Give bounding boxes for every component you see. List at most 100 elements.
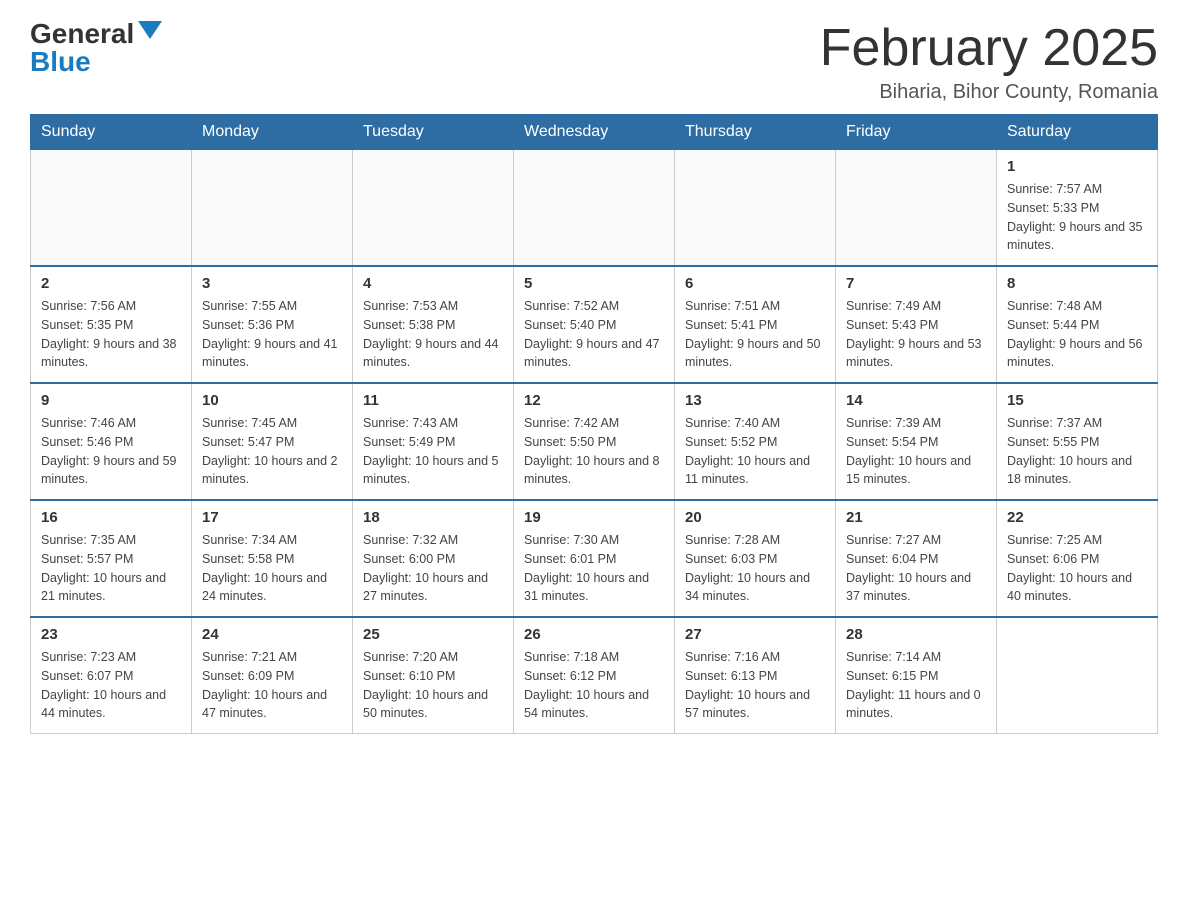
day-info: Sunrise: 7:25 AMSunset: 6:06 PMDaylight:… [1007, 531, 1147, 606]
calendar-week-row: 16 Sunrise: 7:35 AMSunset: 5:57 PMDayligh… [31, 500, 1158, 617]
day-info: Sunrise: 7:34 AMSunset: 5:58 PMDaylight:… [202, 531, 342, 606]
calendar-cell [353, 150, 514, 267]
logo-general-text: General [30, 20, 134, 48]
calendar-cell: 12 Sunrise: 7:42 AMSunset: 5:50 PMDayligh… [514, 383, 675, 500]
day-number: 18 [363, 507, 503, 528]
day-number: 28 [846, 624, 986, 645]
day-number: 4 [363, 273, 503, 294]
day-number: 20 [685, 507, 825, 528]
calendar-week-row: 2 Sunrise: 7:56 AMSunset: 5:35 PMDaylight… [31, 266, 1158, 383]
calendar-cell: 3 Sunrise: 7:55 AMSunset: 5:36 PMDaylight… [192, 266, 353, 383]
calendar-cell: 5 Sunrise: 7:52 AMSunset: 5:40 PMDaylight… [514, 266, 675, 383]
day-info: Sunrise: 7:16 AMSunset: 6:13 PMDaylight:… [685, 648, 825, 723]
calendar-cell: 27 Sunrise: 7:16 AMSunset: 6:13 PMDayligh… [675, 617, 836, 734]
weekday-header-monday: Monday [192, 115, 353, 150]
calendar-cell: 9 Sunrise: 7:46 AMSunset: 5:46 PMDaylight… [31, 383, 192, 500]
calendar-cell: 10 Sunrise: 7:45 AMSunset: 5:47 PMDayligh… [192, 383, 353, 500]
day-number: 11 [363, 390, 503, 411]
calendar-cell [836, 150, 997, 267]
day-info: Sunrise: 7:49 AMSunset: 5:43 PMDaylight:… [846, 297, 986, 372]
day-number: 16 [41, 507, 181, 528]
calendar-cell: 8Sunrise: 7:48 AMSunset: 5:44 PMDaylight… [997, 266, 1158, 383]
day-info: Sunrise: 7:43 AMSunset: 5:49 PMDaylight:… [363, 414, 503, 489]
calendar-cell: 1 Sunrise: 7:57 AMSunset: 5:33 PMDaylight… [997, 150, 1158, 267]
day-number: 10 [202, 390, 342, 411]
calendar-table: SundayMondayTuesdayWednesdayThursdayFrid… [30, 114, 1158, 734]
day-info: Sunrise: 7:56 AMSunset: 5:35 PMDaylight:… [41, 297, 181, 372]
logo: General Blue [30, 20, 162, 76]
calendar-cell: 19 Sunrise: 7:30 AMSunset: 6:01 PMDayligh… [514, 500, 675, 617]
calendar-week-row: 9 Sunrise: 7:46 AMSunset: 5:46 PMDaylight… [31, 383, 1158, 500]
calendar-cell: 14Sunrise: 7:39 AMSunset: 5:54 PMDayligh… [836, 383, 997, 500]
day-number: 17 [202, 507, 342, 528]
day-info: Sunrise: 7:27 AMSunset: 6:04 PMDaylight:… [846, 531, 986, 606]
day-number: 13 [685, 390, 825, 411]
calendar-cell: 4 Sunrise: 7:53 AMSunset: 5:38 PMDaylight… [353, 266, 514, 383]
calendar-cell: 17 Sunrise: 7:34 AMSunset: 5:58 PMDayligh… [192, 500, 353, 617]
day-info: Sunrise: 7:30 AMSunset: 6:01 PMDaylight:… [524, 531, 664, 606]
calendar-cell: 13 Sunrise: 7:40 AMSunset: 5:52 PMDayligh… [675, 383, 836, 500]
day-number: 1 [1007, 156, 1147, 177]
day-info: Sunrise: 7:51 AMSunset: 5:41 PMDaylight:… [685, 297, 825, 372]
location-text: Biharia, Bihor County, Romania [820, 81, 1158, 104]
day-info: Sunrise: 7:32 AMSunset: 6:00 PMDaylight:… [363, 531, 503, 606]
day-number: 6 [685, 273, 825, 294]
calendar-cell: 25 Sunrise: 7:20 AMSunset: 6:10 PMDayligh… [353, 617, 514, 734]
calendar-cell [192, 150, 353, 267]
calendar-cell: 7 Sunrise: 7:49 AMSunset: 5:43 PMDaylight… [836, 266, 997, 383]
day-info: Sunrise: 7:55 AMSunset: 5:36 PMDaylight:… [202, 297, 342, 372]
calendar-cell: 15Sunrise: 7:37 AMSunset: 5:55 PMDayligh… [997, 383, 1158, 500]
day-info: Sunrise: 7:28 AMSunset: 6:03 PMDaylight:… [685, 531, 825, 606]
calendar-cell: 24Sunrise: 7:21 AMSunset: 6:09 PMDayligh… [192, 617, 353, 734]
day-info: Sunrise: 7:45 AMSunset: 5:47 PMDaylight:… [202, 414, 342, 489]
day-number: 5 [524, 273, 664, 294]
title-block: February 2025 Biharia, Bihor County, Rom… [820, 20, 1158, 104]
day-info: Sunrise: 7:42 AMSunset: 5:50 PMDaylight:… [524, 414, 664, 489]
calendar-cell: 2 Sunrise: 7:56 AMSunset: 5:35 PMDaylight… [31, 266, 192, 383]
day-number: 19 [524, 507, 664, 528]
day-info: Sunrise: 7:35 AMSunset: 5:57 PMDaylight:… [41, 531, 181, 606]
day-info: Sunrise: 7:23 AMSunset: 6:07 PMDaylight:… [41, 648, 181, 723]
calendar-cell [997, 617, 1158, 734]
day-number: 21 [846, 507, 986, 528]
month-title: February 2025 [820, 20, 1158, 77]
day-number: 23 [41, 624, 181, 645]
day-info: Sunrise: 7:52 AMSunset: 5:40 PMDaylight:… [524, 297, 664, 372]
weekday-header-row: SundayMondayTuesdayWednesdayThursdayFrid… [31, 115, 1158, 150]
calendar-cell [675, 150, 836, 267]
day-info: Sunrise: 7:20 AMSunset: 6:10 PMDaylight:… [363, 648, 503, 723]
day-number: 15 [1007, 390, 1147, 411]
weekday-header-saturday: Saturday [997, 115, 1158, 150]
day-number: 22 [1007, 507, 1147, 528]
weekday-header-friday: Friday [836, 115, 997, 150]
day-info: Sunrise: 7:46 AMSunset: 5:46 PMDaylight:… [41, 414, 181, 489]
day-number: 27 [685, 624, 825, 645]
logo-blue-text: Blue [30, 48, 91, 76]
day-number: 25 [363, 624, 503, 645]
day-info: Sunrise: 7:48 AMSunset: 5:44 PMDaylight:… [1007, 297, 1147, 372]
day-info: Sunrise: 7:57 AMSunset: 5:33 PMDaylight:… [1007, 180, 1147, 255]
day-info: Sunrise: 7:53 AMSunset: 5:38 PMDaylight:… [363, 297, 503, 372]
day-number: 2 [41, 273, 181, 294]
day-number: 7 [846, 273, 986, 294]
calendar-week-row: 23 Sunrise: 7:23 AMSunset: 6:07 PMDayligh… [31, 617, 1158, 734]
day-info: Sunrise: 7:21 AMSunset: 6:09 PMDaylight:… [202, 648, 342, 723]
page-header: General Blue February 2025 Biharia, Biho… [30, 20, 1158, 104]
weekday-header-thursday: Thursday [675, 115, 836, 150]
calendar-cell: 6 Sunrise: 7:51 AMSunset: 5:41 PMDaylight… [675, 266, 836, 383]
day-number: 3 [202, 273, 342, 294]
weekday-header-tuesday: Tuesday [353, 115, 514, 150]
calendar-cell: 23 Sunrise: 7:23 AMSunset: 6:07 PMDayligh… [31, 617, 192, 734]
calendar-cell: 11 Sunrise: 7:43 AMSunset: 5:49 PMDayligh… [353, 383, 514, 500]
weekday-header-wednesday: Wednesday [514, 115, 675, 150]
day-info: Sunrise: 7:40 AMSunset: 5:52 PMDaylight:… [685, 414, 825, 489]
calendar-week-row: 1 Sunrise: 7:57 AMSunset: 5:33 PMDaylight… [31, 150, 1158, 267]
calendar-cell: 16 Sunrise: 7:35 AMSunset: 5:57 PMDayligh… [31, 500, 192, 617]
calendar-cell: 26Sunrise: 7:18 AMSunset: 6:12 PMDayligh… [514, 617, 675, 734]
day-info: Sunrise: 7:14 AMSunset: 6:15 PMDaylight:… [846, 648, 986, 723]
day-number: 14 [846, 390, 986, 411]
calendar-cell [514, 150, 675, 267]
day-number: 12 [524, 390, 664, 411]
calendar-cell: 21 Sunrise: 7:27 AMSunset: 6:04 PMDayligh… [836, 500, 997, 617]
day-number: 9 [41, 390, 181, 411]
